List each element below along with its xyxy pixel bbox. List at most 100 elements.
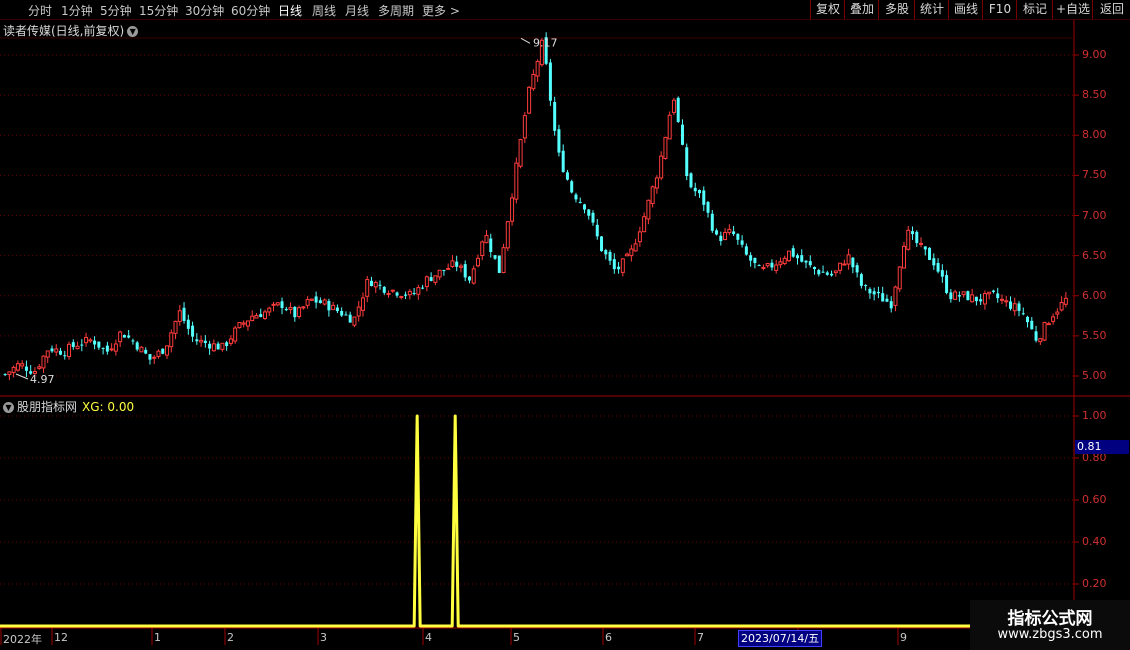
indicator-name: 股朋指标网 [17,400,78,414]
candle [275,302,280,307]
candle [561,144,565,173]
candle [97,341,101,350]
candle [842,259,847,266]
site-watermark: 指标公式网 www.zbgs3.com [970,600,1130,650]
watermark-url: www.zbgs3.com [997,627,1103,642]
candle [131,338,135,345]
candle [671,97,676,115]
candle [373,280,378,293]
candle [220,342,225,352]
candle [67,341,72,360]
candle [889,296,893,313]
candle [1008,296,1012,311]
candle [1004,295,1009,307]
date-tick-label: 3 [320,631,327,644]
candle [693,182,697,197]
candle [740,235,744,248]
candle [505,220,510,252]
candle [770,259,774,271]
candle [80,339,84,352]
candle [689,172,693,189]
cursor-date-label: 2023/07/14/五 [738,630,823,647]
candle [416,284,421,300]
candle [774,260,779,274]
candle [344,311,348,316]
candle [331,301,336,311]
candle [284,306,288,312]
candle [259,308,263,318]
candle [424,275,429,292]
date-tick-label: 2 [227,631,234,644]
date-tick-label: 6 [605,631,612,644]
candle [872,287,876,301]
candle [629,244,634,262]
candle [876,286,880,299]
candle [216,341,220,350]
candle [901,241,906,269]
candle [484,230,489,244]
candle [522,111,527,143]
candle [288,302,293,314]
candle [991,289,995,294]
candle [50,345,54,353]
chevron-down-icon[interactable]: ▼ [3,402,14,413]
candle [838,262,843,275]
date-tick-label: 9 [900,631,907,644]
candle [706,200,710,218]
candle [744,243,748,256]
candle [514,157,519,204]
date-tick-label: 2022年 [3,633,42,646]
candle [493,255,497,260]
candle [271,301,276,312]
candle [314,291,318,309]
candle [1051,313,1056,325]
main-chart-title: 读者传媒(日线,前复权) ▼ [3,22,139,39]
candle [723,228,728,241]
candle [262,309,267,320]
candle [851,257,855,274]
candle [309,298,314,302]
candle [421,284,425,290]
candle [395,291,399,298]
price-tick-label: 7.50 [1082,168,1107,182]
candle [208,340,212,355]
candle [825,270,829,276]
date-tick-label: 5 [513,631,520,644]
candle [996,287,1000,303]
candle [587,208,591,220]
xg-indicator-series [0,414,1074,628]
candle [463,260,467,282]
candle [109,343,114,352]
candle [949,289,953,303]
candle [318,297,322,304]
candle [685,143,689,181]
candle [446,263,451,270]
candle [808,255,812,268]
candle [165,345,170,359]
candle [378,280,382,290]
candle [245,320,250,331]
candle [676,96,680,123]
candle [1055,308,1060,320]
candle [169,329,174,353]
candle [846,248,851,270]
candle [982,290,987,310]
candle [535,59,540,82]
candle [928,247,932,261]
candle [301,306,306,310]
candle [148,354,152,365]
candle [450,254,455,268]
candle [595,218,599,240]
chevron-down-icon[interactable]: ▼ [127,26,139,37]
candle [335,304,339,314]
candle [813,266,817,275]
candle [390,289,395,293]
indicator-tick-label: 0.60 [1082,493,1107,506]
candle [957,291,961,302]
candle [429,272,433,282]
candle [804,260,808,269]
candle [821,265,825,273]
candle [191,321,195,342]
candle [911,226,915,240]
candle [782,255,787,266]
